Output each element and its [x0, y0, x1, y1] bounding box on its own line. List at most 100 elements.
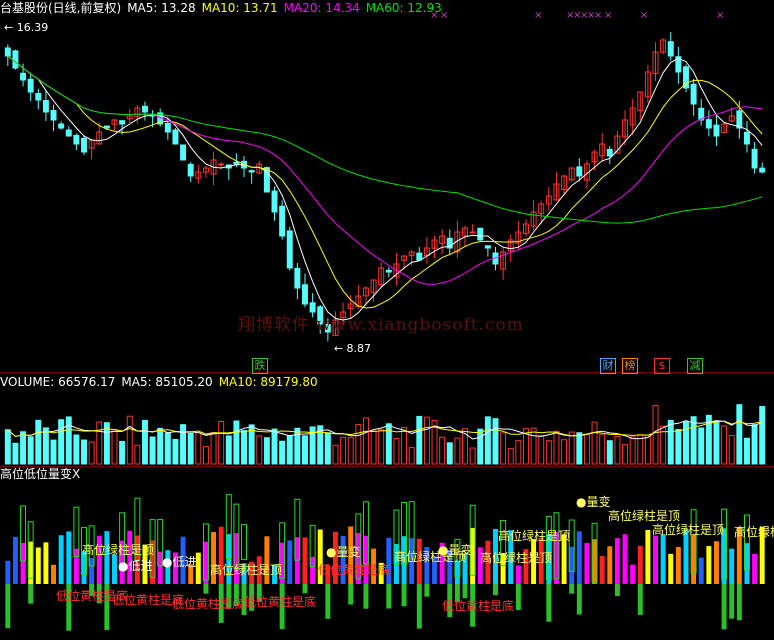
- indicator-bar: [515, 565, 521, 584]
- indicator-bar: [645, 529, 651, 584]
- volume-bar: [347, 437, 354, 465]
- indicator-annotation: 低位黄柱是底: [442, 598, 514, 613]
- volume-bar: [652, 405, 659, 465]
- indicator-bar-negative: [546, 584, 552, 622]
- volume-bar: [286, 434, 293, 465]
- indicator-header: 高位低位量变X: [0, 466, 86, 483]
- volume-bar: [332, 444, 339, 465]
- indicator-bar: [43, 542, 49, 584]
- candle-body: [271, 190, 278, 213]
- volume-bar: [126, 415, 133, 465]
- high-marker: ← 16.39: [4, 21, 48, 34]
- volume-bar: [545, 440, 552, 465]
- indicator-bar: [653, 535, 658, 584]
- candle-body: [172, 129, 179, 145]
- volume-bar: [42, 427, 49, 465]
- candle-body: [81, 137, 87, 153]
- volume-bar: [210, 432, 217, 465]
- indicator-bar: [622, 534, 628, 584]
- event-marker[interactable]: 榜: [622, 358, 638, 374]
- indicator-bar: [28, 541, 34, 584]
- volume-ma10-label: MA10: 89179.80: [218, 375, 318, 389]
- volume-bar: [553, 430, 560, 465]
- indicator-bar-negative: [363, 584, 369, 609]
- candle-body: [58, 123, 65, 129]
- volume-bar: [141, 419, 148, 465]
- indicator-bar-negative: [203, 584, 209, 594]
- indicator-bar-negative: [637, 584, 643, 615]
- indicator-bar-negative: [614, 584, 620, 596]
- event-marker[interactable]: 跌: [252, 358, 268, 374]
- candle-body: [27, 78, 34, 93]
- volume-panel[interactable]: VOLUME: 66576.17 MA5: 85105.20 MA10: 89179…: [0, 374, 774, 466]
- ma60-line: [7, 55, 763, 224]
- volume-bar: [736, 404, 743, 465]
- indicator-annotation: 高位绿柱是顶: [480, 550, 552, 565]
- candle-body: [141, 105, 148, 113]
- volume-bar: [477, 428, 484, 465]
- indicator-annotation: ●低进: [118, 559, 152, 573]
- candle-body: [164, 122, 171, 133]
- indicator-bar: [592, 539, 598, 584]
- indicator-annotation: 高位绿柱是顶: [210, 562, 282, 577]
- indicator-bar: [73, 548, 79, 584]
- volume-bar: [27, 436, 34, 465]
- indicator-bar: [195, 552, 201, 584]
- ma5-label: MA5: 13.28: [127, 1, 196, 15]
- x-marker: ×: [604, 10, 612, 21]
- volume-bar: [20, 431, 27, 465]
- candle-body: [576, 166, 583, 177]
- indicator-chart[interactable]: 高位绿柱是顶高位绿柱是顶高位绿柱是顶高位绿柱是顶高位绿柱是顶高位绿柱是顶高位绿柱…: [0, 466, 774, 640]
- volume-bar: [195, 432, 202, 465]
- volume-bar: [271, 428, 278, 465]
- x-marker: ×: [716, 10, 724, 21]
- indicator-bar: [576, 531, 582, 584]
- watermark: 翔博软件 www.xiangbosoft.com: [238, 315, 524, 335]
- candle-body: [385, 269, 392, 273]
- indicator-bar: [713, 541, 719, 584]
- indicator-bar-negative: [576, 584, 582, 615]
- indicator-bar-negative: [386, 584, 392, 609]
- event-marker[interactable]: $: [654, 358, 670, 374]
- volume-bar: [385, 423, 392, 465]
- volume-bar: [690, 416, 697, 465]
- indicator-bar: [310, 556, 316, 584]
- volume-bar: [202, 446, 209, 465]
- indicator-annotation: 高位绿柱是顶: [734, 524, 774, 539]
- candle-body: [50, 109, 57, 121]
- price-panel[interactable]: 台基股份(日线,前复权) MA5: 13.28 MA10: 13.71 MA20: 1…: [0, 0, 774, 374]
- candle-body: [743, 131, 750, 145]
- volume-bar: [515, 440, 522, 465]
- volume-bar: [50, 439, 57, 465]
- volume-bar: [393, 437, 400, 465]
- volume-bar: [713, 420, 720, 465]
- volume-bar: [500, 432, 507, 465]
- event-marker[interactable]: 财: [600, 358, 616, 374]
- candle-body: [248, 170, 255, 173]
- event-marker[interactable]: 减: [687, 358, 703, 374]
- candle-body: [180, 144, 187, 161]
- volume-ma5-line: [7, 419, 763, 440]
- volume-bar: [134, 444, 141, 465]
- volume-bar: [644, 434, 651, 465]
- volume-bar: [530, 427, 537, 465]
- indicator-bar: [66, 531, 72, 584]
- volume-bar: [263, 437, 270, 465]
- candle-body: [606, 148, 613, 157]
- volume-bar: [614, 435, 621, 465]
- volume-bar: [362, 417, 369, 465]
- indicator-bar: [127, 530, 133, 584]
- indicator-panel[interactable]: 高位低位量变X 高位绿柱是顶 高位绿柱是顶 高位绿柱是顶 高位绿柱是顶 高位绿柱是顶 高位…: [0, 466, 774, 640]
- candle-body: [667, 41, 674, 57]
- indicator-bar-negative: [515, 584, 521, 611]
- volume-bar: [65, 416, 72, 465]
- volume-bar: [111, 428, 118, 465]
- volume-bar: [233, 420, 240, 465]
- ma10-label: MA10: 13.71: [201, 1, 278, 15]
- indicator-bar-negative: [493, 584, 498, 596]
- volume-bar: [241, 430, 248, 465]
- volume-bar: [12, 442, 19, 465]
- candle-body: [286, 230, 293, 269]
- candle-body: [759, 167, 766, 173]
- volume-bar: [401, 426, 408, 465]
